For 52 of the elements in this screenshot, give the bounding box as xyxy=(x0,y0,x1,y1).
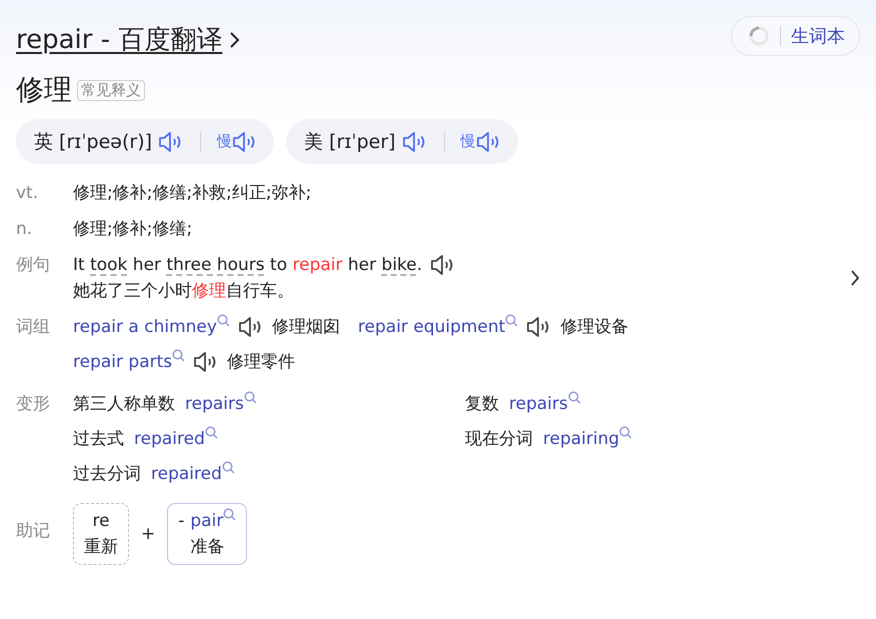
form-name: 第三人称单数 xyxy=(73,393,175,416)
wordbook-button[interactable]: 生词本 xyxy=(731,16,860,56)
word-link[interactable]: repaired xyxy=(134,426,205,452)
phonetic-text: 美 [rɪˈper] xyxy=(304,130,396,154)
word-link[interactable]: repaired xyxy=(151,461,222,487)
search-icon[interactable] xyxy=(204,426,218,439)
phrase-meaning: 修理零件 xyxy=(227,351,296,374)
form-name: 现在分词 xyxy=(465,428,533,451)
search-icon[interactable] xyxy=(568,391,581,404)
search-icon[interactable] xyxy=(619,426,632,439)
word-link[interactable]: repairs xyxy=(509,391,568,417)
slow-audio-button[interactable]: 慢 xyxy=(217,130,258,152)
word-link[interactable]: repair parts xyxy=(73,349,172,375)
example-label: 例句 xyxy=(16,254,51,277)
word-link[interactable]: pair xyxy=(190,508,224,534)
search-icon[interactable] xyxy=(223,508,236,521)
page-title-link[interactable]: repair - 百度翻译 xyxy=(16,22,222,57)
word-link[interactable]: repairs xyxy=(185,391,244,417)
phrase-meaning: 修理烟囱 xyxy=(272,316,340,339)
search-icon[interactable] xyxy=(222,461,235,474)
word-link[interactable]: repair a chimney xyxy=(73,314,217,340)
part-of-speech: n. xyxy=(16,218,34,241)
part-of-speech: vt. xyxy=(16,182,40,205)
form-name: 过去分词 xyxy=(73,463,141,486)
part-meaning: 准备 xyxy=(190,536,224,559)
dash-text: - xyxy=(178,510,184,533)
forms-label: 变形 xyxy=(16,393,51,416)
example-sentence: It took her three hours to repair her bike. xyxy=(73,254,422,277)
phonetic-text: 英 [rɪˈpeə(r)] xyxy=(34,130,152,154)
headword: 修理 xyxy=(16,72,72,108)
mnemonic-label: 助记 xyxy=(16,520,51,543)
loading-spinner-icon xyxy=(748,25,770,47)
search-icon[interactable] xyxy=(172,349,186,362)
slow-audio-button[interactable]: 慢 xyxy=(460,130,502,152)
example-translation: 她花了三个小时修理自行车。 xyxy=(73,280,295,303)
definition-text: 修理;修补;修缮; xyxy=(73,218,194,241)
part-meaning: 重新 xyxy=(84,536,118,559)
search-icon[interactable] xyxy=(216,314,230,327)
next-example-icon[interactable] xyxy=(850,269,860,287)
plus-sign: + xyxy=(141,523,156,546)
phrases-label: 词组 xyxy=(16,316,51,339)
search-icon[interactable] xyxy=(505,314,518,327)
word-link[interactable]: repair equipment xyxy=(358,314,506,340)
form-name: 过去式 xyxy=(73,428,124,451)
meaning-tag: 常见释义 xyxy=(77,80,145,100)
search-icon[interactable] xyxy=(244,391,257,404)
word-link[interactable]: repairing xyxy=(543,426,620,452)
form-name: 复数 xyxy=(465,393,499,416)
prefix-text: re xyxy=(92,510,110,533)
phrase-meaning: 修理设备 xyxy=(560,316,628,339)
definition-text: 修理;修补;修缮;补救;纠正;弥补; xyxy=(73,182,312,205)
wordbook-label[interactable]: 生词本 xyxy=(791,24,845,48)
